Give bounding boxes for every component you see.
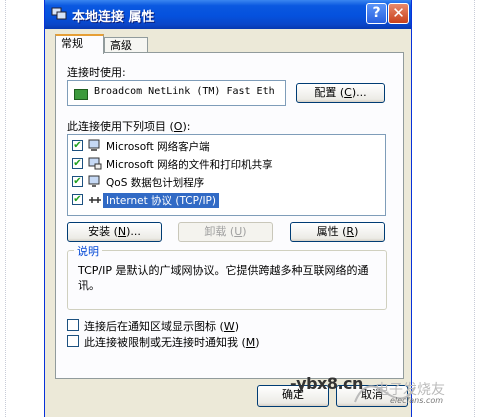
properties-button[interactable]: 属性 (R) [290,222,385,242]
tab-general-label: 常规 [61,37,83,50]
show-icon-checkbox[interactable] [67,319,79,331]
item-label: QoS 数据包计划程序 [106,177,205,189]
page-border-left [5,0,6,417]
page-border-right [474,0,475,417]
close-button[interactable]: ✕ [388,3,409,24]
description-title: 说明 [74,243,102,259]
adapter-name: Broadcom NetLink (TM) Fast Eth [94,86,275,97]
show-icon-label: 连接后在通知区域显示图标 (W) [84,320,239,333]
help-icon: ? [372,5,381,21]
network-client-icon [88,139,100,151]
notify-checkbox[interactable] [67,335,79,347]
install-button[interactable]: 安装 (N)... [67,222,162,242]
network-connection-icon [51,7,67,20]
notify-label: 此连接被限制或无连接时通知我 (M) [84,336,260,349]
protocol-icon [89,197,101,203]
window-title: 本地连接 属性 [72,10,155,25]
file-printer-sharing-icon [88,157,102,170]
title-bar[interactable]: 本地连接 属性 ? ✕ [45,0,411,29]
tab-advanced-label: 高级 [110,39,132,52]
qos-scheduler-icon [88,175,100,187]
adapter-name-box: Broadcom NetLink (TM) Fast Eth [67,80,286,106]
item-checkbox[interactable]: ✔ [72,158,83,169]
watermark-text: -ybx8.cn [290,374,363,393]
item-checkbox[interactable]: ✔ [72,140,83,151]
item-checkbox[interactable]: ✔ [72,176,83,187]
watermark-logo-text: elecfans.com [390,396,444,405]
item-label: Internet 协议 (TCP/IP) [103,193,219,208]
properties-dialog: 本地连接 属性 ? ✕ 常规 高级 连接时使用: Broadcom NetLin… [44,0,412,417]
uninstall-button[interactable]: 卸载 (U) [178,222,273,242]
components-list[interactable]: ✔ Microsoft 网络客户端 ✔ Microsoft 网络的文件和打印机共… [67,134,386,216]
description-group: 说明 TCP/IP 是默认的广域网协议。它提供跨越多种互联网络的通讯。 [67,243,387,310]
elecfans-logo: 电子发烧友 [354,382,445,403]
tab-general[interactable]: 常规 [55,34,104,54]
network-adapter-icon [74,89,88,100]
description-text: TCP/IP 是默认的广域网协议。它提供跨越多种互联网络的通讯。 [78,264,369,292]
configure-button[interactable]: 配置 (C)... [296,83,385,103]
connect-using-label: 连接时使用: [67,66,126,79]
item-checkbox[interactable]: ✔ [72,194,83,205]
close-icon: ✕ [392,4,405,22]
item-label: Microsoft 网络客户端 [106,141,210,153]
help-button[interactable]: ? [366,3,387,24]
items-label: 此连接使用下列项目 (O): [67,120,191,133]
list-item[interactable]: ✔ Microsoft 网络的文件和打印机共享 [72,156,372,172]
list-item-selected[interactable]: ✔ Internet 协议 (TCP/IP) [72,192,372,208]
item-label: Microsoft 网络的文件和打印机共享 [106,159,273,171]
list-item[interactable]: ✔ Microsoft 网络客户端 [72,138,372,154]
list-item[interactable]: ✔ QoS 数据包计划程序 [72,174,372,190]
